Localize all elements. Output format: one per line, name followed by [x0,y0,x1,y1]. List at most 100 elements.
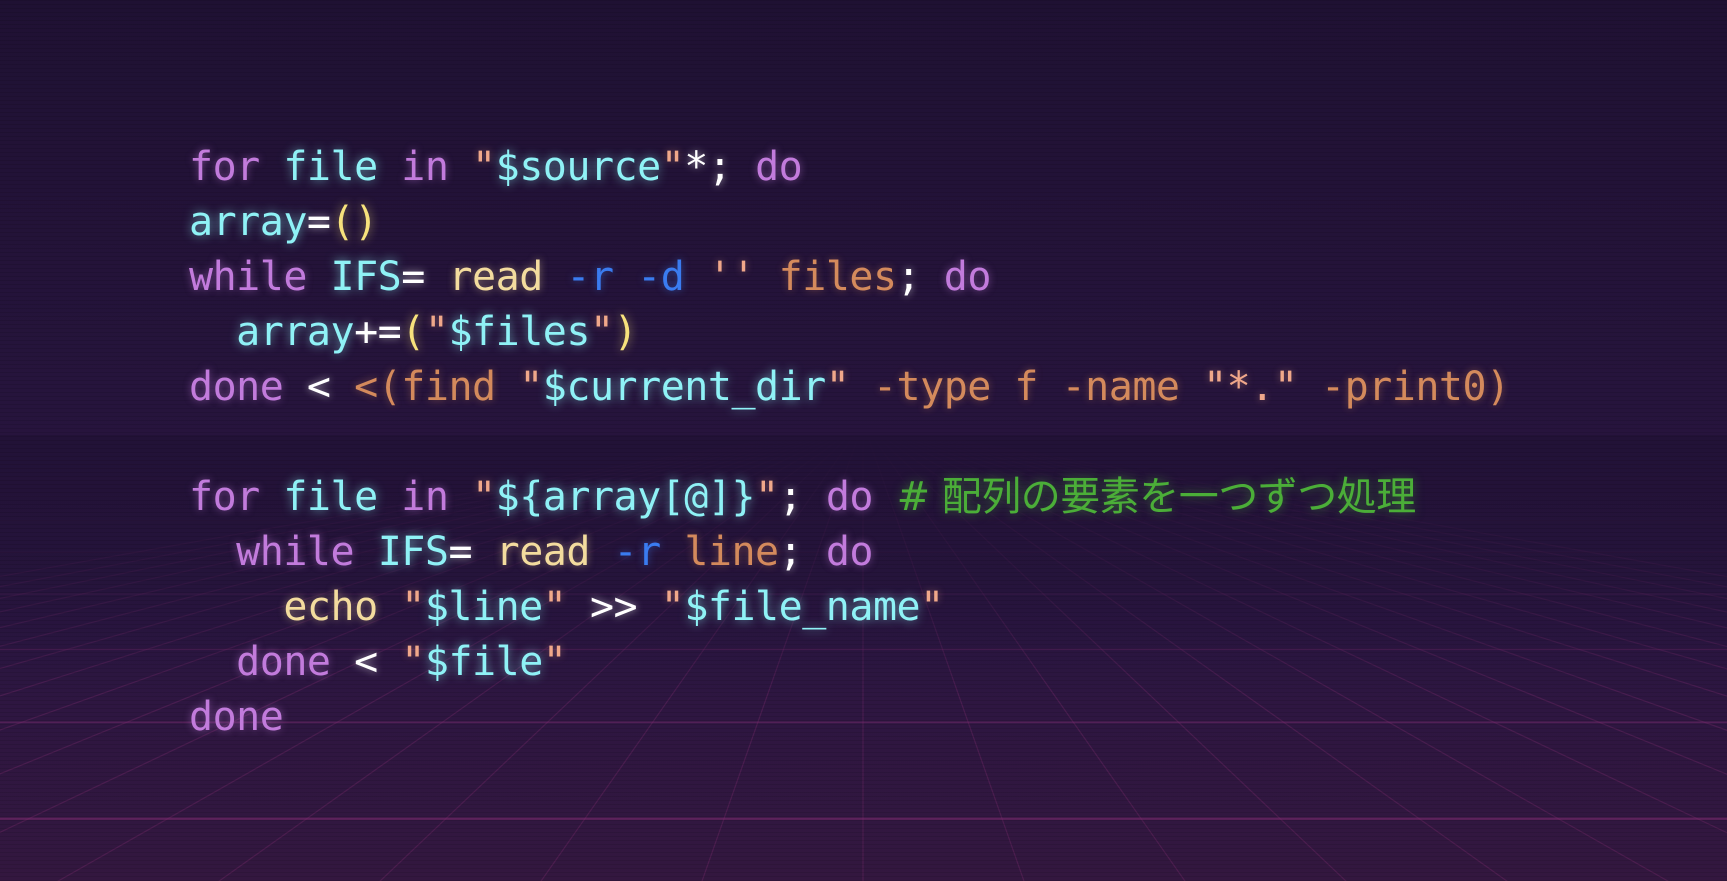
code-block: for file in "$source"*; do array=() while … [189,140,1510,745]
code-token: ; [896,254,921,300]
code-token: $source [495,144,662,190]
code-token: done [236,639,331,685]
code-token: -type f -name [849,364,1204,410]
code-token: < [306,364,331,410]
code-token: array [236,309,355,355]
code-line: done [189,690,1510,745]
code-token: $file_name [684,584,921,630]
code-token: $file [424,639,543,685]
code-token: " [401,584,425,630]
code-token: file [283,474,378,520]
code-token: done [189,694,284,740]
code-token: echo [283,584,378,630]
code-token: read [495,529,591,575]
code-token: array [189,199,307,245]
code-token: " [472,474,496,520]
code-token: do [943,254,992,300]
code-token: done [189,364,284,410]
code-token: '' [707,254,756,300]
code-token: $current_dir [542,364,826,410]
code-line: array+=("$files") [189,305,1510,360]
code-token: = [401,254,425,300]
code-token: = [306,199,331,245]
code-line: while IFS= read -r -d '' files; do [189,250,1510,305]
code-token: < [354,639,378,685]
code-token: $line [424,584,543,630]
code-token: do [755,144,803,190]
code-token: do [825,529,874,575]
code-token: ${array[@]} [495,474,756,520]
code-token: do [825,474,874,520]
code-token: " [472,144,496,190]
code-token: " [660,144,685,190]
code-token: >> [589,584,638,630]
code-token: " [401,639,425,685]
code-token: read [448,254,543,300]
code-token: file [283,144,378,190]
code-token: " [542,584,567,630]
code-line: while IFS= read -r line; do [189,525,1510,580]
code-token: = [448,529,473,575]
code-token: $files [448,309,590,355]
code-token: () [330,199,379,245]
code-token: -d [637,254,685,300]
code-line: echo "$line" >> "$file_name" [189,580,1510,635]
code-line: done < <(find "$current_dir" -type f -na… [189,360,1510,415]
code-token: while [236,529,355,575]
code-token: *; [684,144,732,190]
code-token: in [401,144,449,190]
code-token: " [660,584,685,630]
code-token: ) [613,309,638,355]
code-token: IFS [330,254,402,300]
code-token: IFS [377,529,449,575]
code-token: += [354,309,402,355]
code-token: <(find [354,364,520,410]
code-token: " [424,309,449,355]
code-token: ( [401,309,425,355]
code-token: -print0) [1297,364,1510,410]
code-token: " [920,584,944,630]
code-line: array=() [189,195,1510,250]
code-token: " [825,364,850,410]
code-comment: # 配列の要素を一つずつ処理 [896,474,1417,520]
code-token: " [519,364,543,410]
code-token: " [589,309,614,355]
code-token: files [778,254,897,300]
code-token: in [401,474,449,520]
code-token: " [755,474,779,520]
code-token: while [189,254,307,300]
code-line: for file in "${array[@]}"; do # 配列の要素を一つ… [189,470,1510,525]
code-token: line [684,529,779,575]
code-token: for [189,474,260,520]
code-token: ; [778,529,803,575]
code-token: -r [613,529,662,575]
